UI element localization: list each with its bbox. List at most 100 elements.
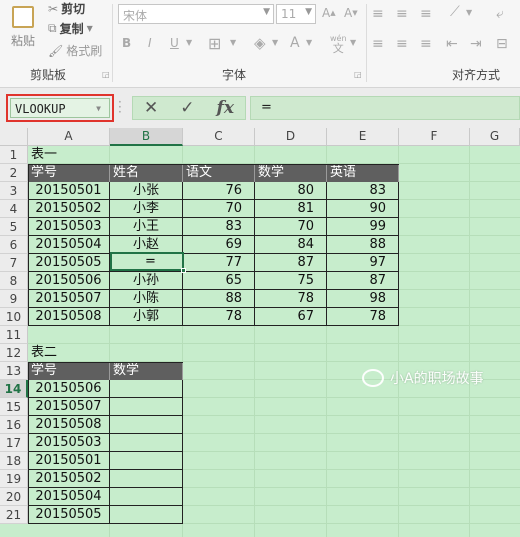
name-box[interactable]: VLOOKUP ▼ <box>10 98 110 118</box>
table2-math-cell[interactable] <box>110 488 183 506</box>
table2-id-cell[interactable]: 20150501 <box>28 452 110 470</box>
table1-cell[interactable]: 81 <box>255 200 327 218</box>
table2-id-cell[interactable]: 20150504 <box>28 488 110 506</box>
table1-cell[interactable]: 20150506 <box>28 272 110 290</box>
row-header-1[interactable]: 1 <box>0 146 28 164</box>
borders-dropdown[interactable]: ▼ <box>230 38 236 47</box>
row-header-4[interactable]: 4 <box>0 200 28 218</box>
align-center-button[interactable]: ≡ <box>396 36 408 52</box>
select-all-corner[interactable] <box>0 128 28 146</box>
row-header-8[interactable]: 8 <box>0 272 28 290</box>
underline-dropdown[interactable]: ▼ <box>186 38 192 47</box>
row-header-20[interactable]: 20 <box>0 488 28 506</box>
increase-indent-button[interactable]: ⇥ <box>470 36 482 52</box>
merge-button[interactable]: ⊟ <box>496 36 508 52</box>
row-header-13[interactable]: 13 <box>0 362 28 380</box>
table1-cell[interactable]: 87 <box>327 272 399 290</box>
table1-cell[interactable]: 76 <box>183 182 255 200</box>
font-color-dropdown[interactable]: ▼ <box>306 38 312 47</box>
paste-button[interactable]: 粘贴 <box>8 6 38 49</box>
table2-math-cell[interactable] <box>110 416 183 434</box>
table1-header-0[interactable]: 学号 <box>28 164 110 182</box>
active-cell[interactable]: = <box>110 252 184 271</box>
table1-cell[interactable]: 80 <box>255 182 327 200</box>
row-header-10[interactable]: 10 <box>0 308 28 326</box>
font-size-dropdown[interactable]: 11 ▼ <box>276 4 316 24</box>
row-header-16[interactable]: 16 <box>0 416 28 434</box>
table1-cell[interactable]: 77 <box>183 254 255 272</box>
table1-cell[interactable]: 20150503 <box>28 218 110 236</box>
table1-cell[interactable]: 20150507 <box>28 290 110 308</box>
table1-cell[interactable]: 70 <box>255 218 327 236</box>
table1-header-3[interactable]: 数学 <box>255 164 327 182</box>
table1-cell[interactable]: 84 <box>255 236 327 254</box>
table1-cell[interactable]: 97 <box>327 254 399 272</box>
row-header-9[interactable]: 9 <box>0 290 28 308</box>
column-header-f[interactable]: F <box>399 128 470 146</box>
dialog-launcher-icon[interactable]: ◲ <box>354 70 362 79</box>
row-header-7[interactable]: 7 <box>0 254 28 272</box>
cancel-icon[interactable]: ✕ <box>144 98 158 118</box>
row-header-19[interactable]: 19 <box>0 470 28 488</box>
table2-id-cell[interactable]: 20150508 <box>28 416 110 434</box>
bold-button[interactable]: B <box>122 36 131 50</box>
table1-cell[interactable]: 20150505 <box>28 254 110 272</box>
table2-id-cell[interactable]: 20150505 <box>28 506 110 524</box>
row-header-12[interactable]: 12 <box>0 344 28 362</box>
row-header-17[interactable]: 17 <box>0 434 28 452</box>
table2-title[interactable]: 表二 <box>28 344 110 362</box>
table1-cell[interactable]: 78 <box>327 308 399 326</box>
column-header-a[interactable]: A <box>28 128 110 146</box>
orientation-dropdown[interactable]: ▼ <box>466 8 472 17</box>
fill-color-dropdown[interactable]: ▼ <box>272 38 278 47</box>
fill-handle[interactable] <box>181 268 186 273</box>
table1-cell[interactable]: 88 <box>183 290 255 308</box>
phonetic-button[interactable]: wén 文 <box>330 34 347 54</box>
table2-id-cell[interactable]: 20150503 <box>28 434 110 452</box>
fill-color-button[interactable]: ◈ <box>254 34 266 52</box>
column-header-g[interactable]: G <box>470 128 520 146</box>
table1-cell[interactable]: 78 <box>183 308 255 326</box>
row-header-21[interactable]: 21 <box>0 506 28 524</box>
table1-cell[interactable]: 20150501 <box>28 182 110 200</box>
table1-cell[interactable]: 小郭 <box>110 308 183 326</box>
table1-cell[interactable]: 20150504 <box>28 236 110 254</box>
borders-button[interactable]: ⊞ <box>208 34 221 53</box>
align-top-button[interactable]: ≡ <box>372 6 384 22</box>
format-painter-button[interactable]: 🖌 格式刷 <box>48 42 102 59</box>
row-header-18[interactable]: 18 <box>0 452 28 470</box>
insert-function-button[interactable]: fx <box>217 98 234 118</box>
column-header-c[interactable]: C <box>183 128 255 146</box>
font-name-dropdown[interactable]: 宋体 ▼ <box>118 4 274 24</box>
column-header-d[interactable]: D <box>255 128 327 146</box>
row-header-15[interactable]: 15 <box>0 398 28 416</box>
row-header-6[interactable]: 6 <box>0 236 28 254</box>
worksheet[interactable]: ABCDEFG 1 2 3 4 5 6 7 8 9 10 11 12 13 14 15 16 17 18 19 20 2… <box>0 128 520 537</box>
enter-icon[interactable]: ✓ <box>180 98 194 118</box>
table2-id-cell[interactable]: 20150507 <box>28 398 110 416</box>
table1-cell[interactable]: 69 <box>183 236 255 254</box>
table1-cell[interactable]: 20150502 <box>28 200 110 218</box>
shrink-font-button[interactable]: A ▼ <box>344 6 358 20</box>
table2-math-cell[interactable] <box>110 470 183 488</box>
column-header-e[interactable]: E <box>327 128 399 146</box>
table1-cell[interactable]: 70 <box>183 200 255 218</box>
align-bottom-button[interactable]: ≡ <box>420 6 432 22</box>
table1-cell[interactable]: 67 <box>255 308 327 326</box>
table1-cell[interactable]: 78 <box>255 290 327 308</box>
table1-cell[interactable]: 75 <box>255 272 327 290</box>
phonetic-dropdown[interactable]: ▼ <box>350 38 356 47</box>
table1-title[interactable]: 表一 <box>28 146 110 164</box>
formula-input[interactable]: = <box>250 96 520 120</box>
table1-cell[interactable]: 小王 <box>110 218 183 236</box>
grow-font-button[interactable]: A ▲ <box>322 6 336 20</box>
table1-cell[interactable]: 90 <box>327 200 399 218</box>
font-color-button[interactable]: A <box>290 35 300 51</box>
table1-header-4[interactable]: 英语 <box>327 164 399 182</box>
row-header-5[interactable]: 5 <box>0 218 28 236</box>
table2-id-cell[interactable]: 20150506 <box>28 380 110 398</box>
underline-button[interactable]: U <box>170 36 179 50</box>
orientation-button[interactable]: ⟋ <box>450 4 460 20</box>
table1-header-2[interactable]: 语文 <box>183 164 255 182</box>
copy-button[interactable]: ⧉ 复制 ▼ <box>48 20 93 37</box>
